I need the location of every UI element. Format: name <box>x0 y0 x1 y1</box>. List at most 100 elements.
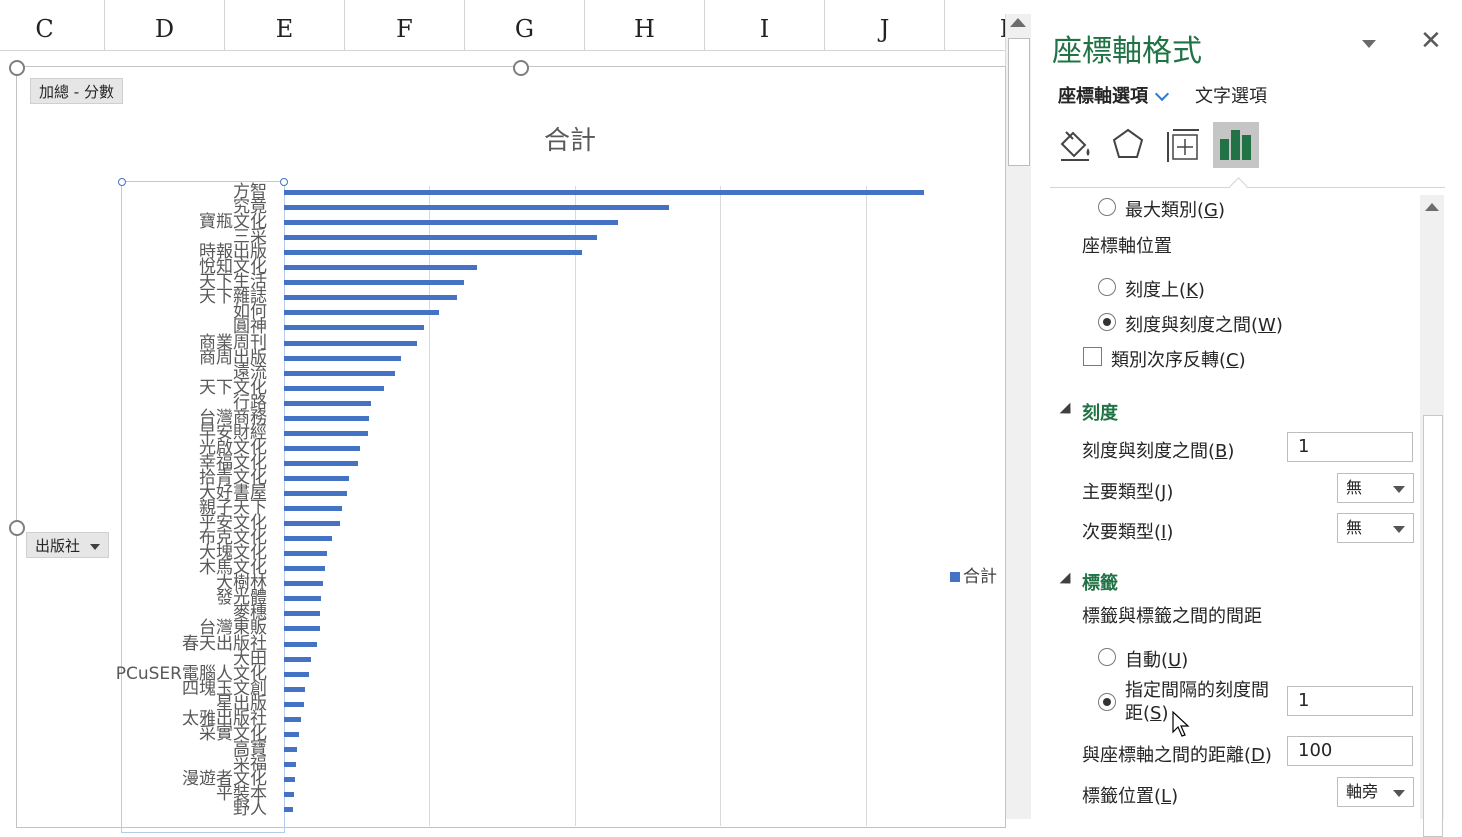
fill-line-icon[interactable] <box>1052 122 1098 168</box>
on-tick-label[interactable]: 刻度上(K) <box>1125 276 1205 302</box>
tab-axis-options[interactable]: 座標軸選項 <box>1058 82 1148 108</box>
worksheet: CDEFGHIJI 加總 - 分數 出版社 合計 方智究竟寶瓶文化三采時報出版悅… <box>0 0 1065 833</box>
specify-interval-input[interactable]: 1 <box>1287 686 1413 716</box>
chevron-down-icon[interactable] <box>1154 86 1170 102</box>
auto-interval-radio[interactable] <box>1098 648 1116 666</box>
bar[interactable] <box>284 657 311 662</box>
bar[interactable] <box>284 250 582 255</box>
resize-handle-middle-left[interactable] <box>9 520 25 536</box>
scroll-thumb[interactable] <box>1008 38 1030 166</box>
chart-legend[interactable]: 合計 <box>950 562 997 587</box>
reverse-order-checkbox[interactable] <box>1083 347 1102 366</box>
bar[interactable] <box>284 536 332 541</box>
column-header[interactable]: I <box>705 0 825 50</box>
tick-interval-input[interactable]: 1 <box>1287 432 1413 462</box>
scroll-up-icon[interactable] <box>1010 18 1026 27</box>
bar[interactable] <box>284 747 297 752</box>
effects-pentagon-icon[interactable] <box>1105 122 1151 168</box>
reverse-order-label[interactable]: 類別次序反轉(C) <box>1111 346 1246 372</box>
resize-handle-top-left[interactable] <box>9 60 25 76</box>
resize-handle-top-center[interactable] <box>513 60 529 76</box>
bar[interactable] <box>284 280 464 285</box>
bar[interactable] <box>284 521 340 526</box>
chart-title[interactable]: 合計 <box>520 120 620 157</box>
max-category-radio[interactable] <box>1098 198 1116 216</box>
mouse-pointer-icon <box>1172 711 1190 737</box>
minor-type-dropdown[interactable]: 無 <box>1337 513 1414 543</box>
bar[interactable] <box>284 807 293 812</box>
bar[interactable] <box>284 461 358 466</box>
bar[interactable] <box>284 341 417 346</box>
ticks-section-title[interactable]: 刻度 <box>1082 399 1118 425</box>
close-icon[interactable]: ✕ <box>1420 26 1442 56</box>
bar[interactable] <box>284 325 424 330</box>
specify-interval-label[interactable]: 指定間隔的刻度間 距(S) <box>1125 679 1269 725</box>
bar[interactable] <box>284 777 295 782</box>
between-ticks-label[interactable]: 刻度與刻度之間(W) <box>1125 311 1283 337</box>
major-type-dropdown[interactable]: 無 <box>1337 473 1414 503</box>
between-ticks-radio[interactable] <box>1098 313 1116 331</box>
bar[interactable] <box>284 220 618 225</box>
labels-section-title[interactable]: 標籤 <box>1082 569 1118 595</box>
bar[interactable] <box>284 717 301 722</box>
collapse-triangle-icon[interactable] <box>1059 402 1071 414</box>
axis-options-chart-icon[interactable] <box>1213 122 1259 168</box>
bar[interactable] <box>284 581 323 586</box>
bar[interactable] <box>284 310 439 315</box>
bar[interactable] <box>284 672 309 677</box>
auto-interval-label[interactable]: 自動(U) <box>1125 646 1188 672</box>
bar[interactable] <box>284 416 369 421</box>
bar[interactable] <box>284 566 325 571</box>
bar[interactable] <box>284 265 477 270</box>
bar[interactable] <box>284 476 349 481</box>
bar[interactable] <box>284 371 395 376</box>
max-category-label[interactable]: 最大類別(G) <box>1125 196 1225 222</box>
tab-text-options[interactable]: 文字選項 <box>1195 82 1267 108</box>
bar[interactable] <box>284 792 294 797</box>
column-header[interactable]: F <box>345 0 465 50</box>
axis-selection-handle[interactable] <box>280 178 288 186</box>
collapse-triangle-icon[interactable] <box>1059 572 1071 584</box>
bar[interactable] <box>284 401 371 406</box>
legend-label: 合計 <box>963 567 997 587</box>
label-position-dropdown[interactable]: 軸旁 <box>1337 777 1414 807</box>
on-tick-radio[interactable] <box>1098 278 1116 296</box>
bar[interactable] <box>284 235 597 240</box>
bar[interactable] <box>284 446 360 451</box>
sheet-vertical-scrollbar[interactable] <box>1005 14 1031 819</box>
bar[interactable] <box>284 431 368 436</box>
bar[interactable] <box>284 356 401 361</box>
bar[interactable] <box>284 506 342 511</box>
label-interval-heading: 標籤與標籤之間的間距 <box>1082 606 1262 627</box>
pane-options-chevron-icon[interactable] <box>1362 40 1376 48</box>
scroll-up-icon[interactable] <box>1425 203 1439 211</box>
bar[interactable] <box>284 642 317 647</box>
specify-interval-radio[interactable] <box>1098 693 1116 711</box>
bar[interactable] <box>284 702 304 707</box>
bar[interactable] <box>284 295 457 300</box>
pane-vertical-scrollbar[interactable] <box>1420 195 1444 837</box>
gridline <box>866 186 867 826</box>
distance-from-axis-input[interactable]: 100 <box>1287 736 1413 766</box>
bar[interactable] <box>284 491 347 496</box>
category-axis-labels[interactable]: 方智 究竟 寶瓶文化 三采 時報出版 悅知文化 天下生活 天下雜誌 如何 圓神 商業周刊 商周出版 遠流… <box>60 0 267 819</box>
distance-from-axis-label: 與座標軸之間的距離(D) <box>1082 745 1272 766</box>
column-header[interactable]: G <box>465 0 585 50</box>
bar[interactable] <box>284 626 320 631</box>
bar[interactable] <box>284 190 924 195</box>
bar[interactable] <box>284 762 296 767</box>
gridline <box>720 186 721 826</box>
bar[interactable] <box>284 386 384 391</box>
column-header[interactable]: J <box>825 0 945 50</box>
scroll-thumb[interactable] <box>1423 415 1443 837</box>
bar[interactable] <box>284 551 327 556</box>
size-properties-icon[interactable] <box>1159 122 1205 168</box>
column-header[interactable]: H <box>585 0 705 50</box>
minor-type-label: 次要類型(I) <box>1082 522 1174 543</box>
bar[interactable] <box>284 596 321 601</box>
bar[interactable] <box>284 687 305 692</box>
bar[interactable] <box>284 732 299 737</box>
bar[interactable] <box>284 205 669 210</box>
bar[interactable] <box>284 611 320 616</box>
major-type-label: 主要類型(J) <box>1082 482 1174 503</box>
